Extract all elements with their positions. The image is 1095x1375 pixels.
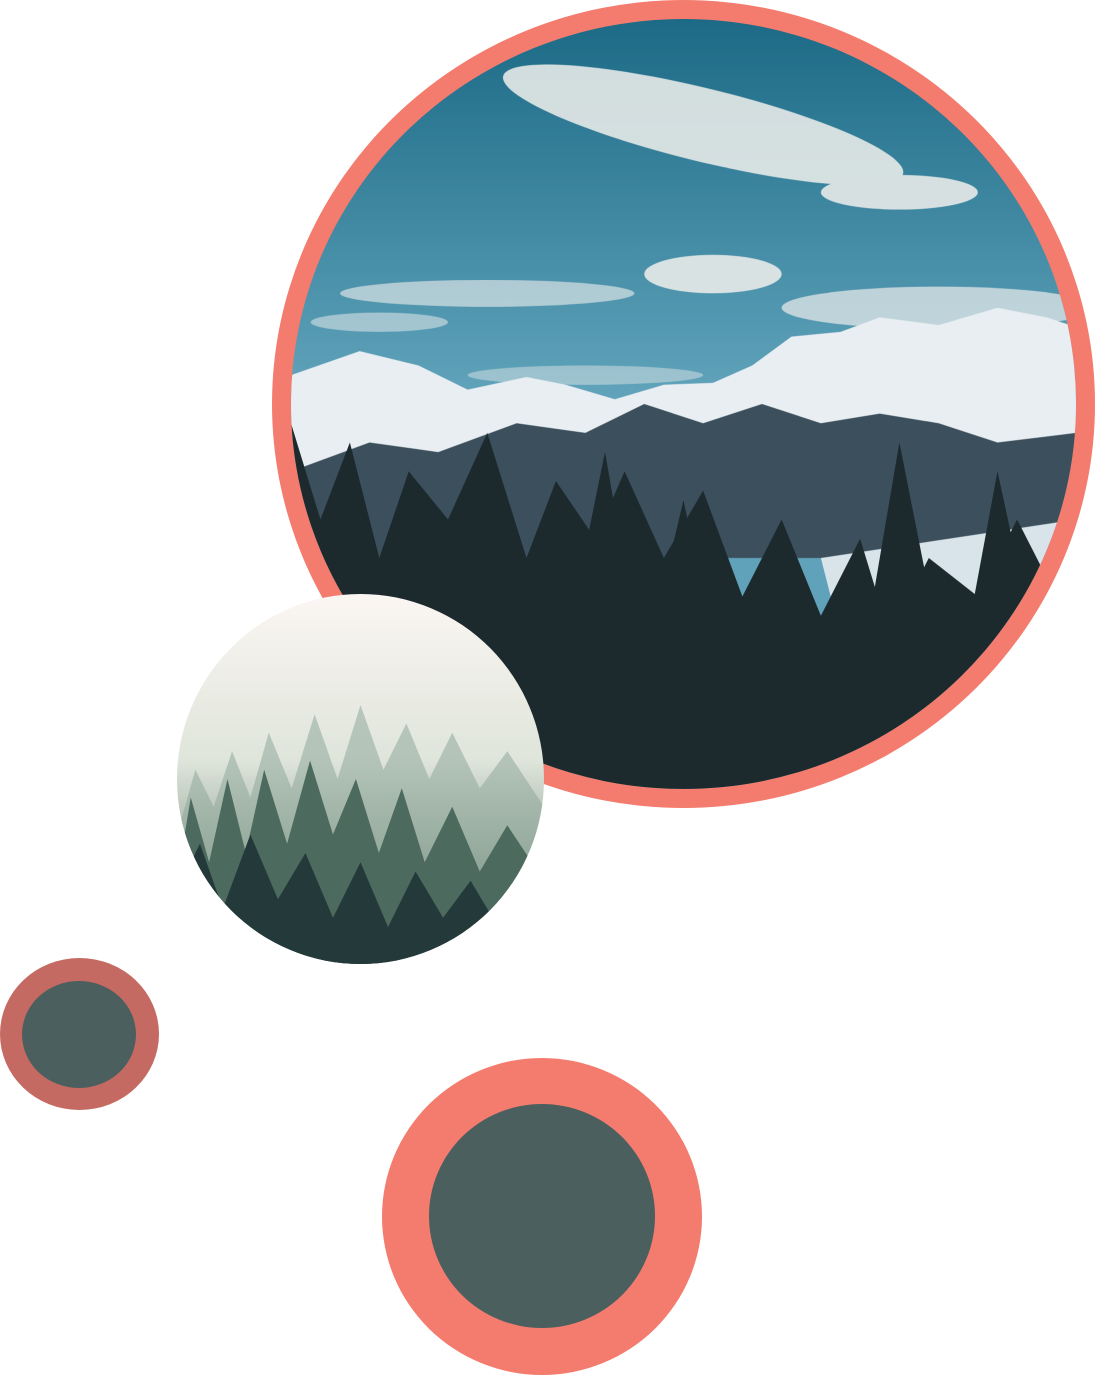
forest-photo-frame bbox=[177, 594, 544, 964]
large-ring-core bbox=[429, 1104, 655, 1328]
decorative-circles-composition bbox=[0, 0, 1095, 1375]
misty-forest-image bbox=[177, 594, 544, 964]
small-ring-core bbox=[22, 981, 136, 1088]
